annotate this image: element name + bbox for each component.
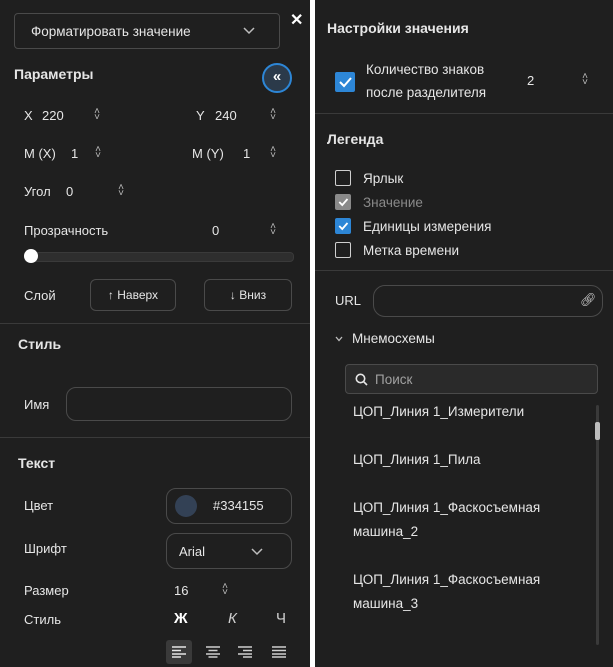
legend-title: Легенда (327, 131, 384, 147)
y-value[interactable]: 240 (215, 108, 237, 123)
y-stepper-icon[interactable]: ˄ ˅ (268, 107, 278, 123)
decimals-value[interactable]: 2 (527, 73, 534, 88)
check-icon (339, 77, 352, 88)
divider (315, 270, 613, 271)
align-center-icon[interactable] (206, 646, 220, 658)
my-stepper-icon[interactable]: ˄ ˅ (268, 145, 278, 161)
divider (0, 437, 310, 438)
legend-item-label: Ярлык (363, 171, 404, 186)
search-icon (355, 373, 368, 386)
close-icon[interactable]: ✕ (290, 10, 303, 30)
mx-label: M (X) (24, 146, 56, 161)
decimals-label-line1: Количество знаков (366, 62, 485, 77)
list-item[interactable]: ЦОП_Линия 1_Пила (353, 448, 583, 472)
scrollbar-thumb[interactable] (595, 422, 600, 440)
text-title: Текст (18, 455, 56, 471)
scrollbar-track[interactable] (596, 405, 599, 645)
value-settings-title: Настройки значения (327, 20, 469, 36)
list-item[interactable]: ЦОП_Линия 1_Фаскосъемная машина_3 (353, 568, 583, 616)
angle-label: Угол (24, 184, 51, 199)
style-title: Стиль (18, 336, 62, 352)
search-placeholder: Поиск (375, 372, 413, 387)
mnemo-title[interactable]: Мнемосхемы (352, 331, 435, 346)
align-left-icon (172, 646, 186, 658)
mx-stepper-icon[interactable]: ˄ ˅ (93, 145, 103, 161)
decimals-stepper-icon[interactable]: ˄ ˅ (580, 72, 590, 88)
opacity-stepper-icon[interactable]: ˄ ˅ (268, 222, 278, 238)
legend-checkbox-units[interactable] (335, 218, 351, 234)
url-label: URL (335, 293, 362, 308)
check-icon (338, 198, 349, 207)
chevron-down-icon[interactable] (335, 336, 343, 342)
my-label: M (Y) (192, 146, 224, 161)
italic-button[interactable]: К (228, 610, 237, 627)
bold-button[interactable]: Ж (174, 610, 188, 627)
list-item[interactable]: ЦОП_Линия 1_Фаскосъемная машина_2 (353, 496, 583, 544)
check-icon (338, 222, 349, 231)
x-stepper-icon[interactable]: ˄ ˅ (92, 107, 102, 123)
color-label: Цвет (24, 498, 54, 513)
layer-label: Слой (24, 288, 56, 303)
underline-button[interactable]: Ч (276, 610, 286, 627)
format-dropdown[interactable]: Форматировать значение (14, 13, 280, 49)
color-value: #334155 (213, 498, 264, 513)
opacity-slider-thumb[interactable] (24, 249, 38, 263)
angle-value[interactable]: 0 (66, 184, 73, 199)
layer-down-button[interactable]: ↓ Вниз (204, 279, 292, 311)
angle-stepper-icon[interactable]: ˄ ˅ (116, 183, 126, 199)
legend-checkbox-timestamp[interactable] (335, 242, 351, 258)
align-justify-icon[interactable] (272, 646, 286, 658)
legend-item-label: Значение (363, 195, 423, 210)
divider (315, 113, 613, 114)
font-value: Arial (179, 544, 206, 559)
format-dropdown-label: Форматировать значение (31, 24, 191, 39)
size-value[interactable]: 16 (174, 583, 188, 598)
link-icon[interactable]: 🔗︎ (580, 292, 597, 308)
color-picker[interactable]: #334155 (166, 488, 292, 524)
opacity-value[interactable]: 0 (212, 223, 219, 238)
size-label: Размер (24, 583, 69, 598)
x-label: X (24, 108, 33, 123)
legend-checkbox-label[interactable] (335, 170, 351, 186)
decimals-checkbox[interactable] (335, 72, 355, 92)
layer-up-button[interactable]: ↑ Наверх (90, 279, 176, 311)
list-item[interactable]: ЦОП_Линия 1_Измерители (353, 400, 583, 424)
divider (0, 323, 310, 324)
x-value[interactable]: 220 (42, 108, 64, 123)
value-settings-panel: Настройки значения Количество знаков пос… (315, 0, 613, 667)
size-stepper-icon[interactable]: ˄ ˅ (220, 582, 230, 598)
font-select[interactable]: Arial (166, 533, 292, 569)
legend-checkbox-value[interactable] (335, 194, 351, 210)
align-left-button[interactable] (166, 640, 192, 664)
chevron-down-icon (243, 27, 255, 35)
legend-item-label: Единицы измерения (363, 219, 492, 234)
properties-panel: Форматировать значение ✕ Параметры « X 2… (0, 0, 310, 667)
y-label: Y (196, 108, 205, 123)
collapse-icon: « (272, 68, 282, 85)
opacity-slider-track[interactable] (24, 252, 294, 262)
text-style-label: Стиль (24, 612, 61, 627)
my-value[interactable]: 1 (243, 146, 250, 161)
search-input[interactable]: Поиск (345, 364, 598, 394)
font-label: Шрифт (24, 541, 67, 556)
legend-item-label: Метка времени (363, 243, 460, 258)
align-right-icon[interactable] (238, 646, 252, 658)
opacity-label: Прозрачность (24, 223, 109, 238)
name-label: Имя (24, 397, 50, 412)
url-input[interactable]: 🔗︎ (373, 285, 603, 317)
mx-value[interactable]: 1 (71, 146, 78, 161)
params-title: Параметры (14, 66, 94, 82)
decimals-label-line2: после разделителя (366, 85, 487, 100)
collapse-button[interactable]: « (262, 63, 292, 93)
name-input[interactable] (66, 387, 292, 421)
chevron-down-icon (251, 548, 263, 556)
color-swatch (175, 495, 197, 517)
